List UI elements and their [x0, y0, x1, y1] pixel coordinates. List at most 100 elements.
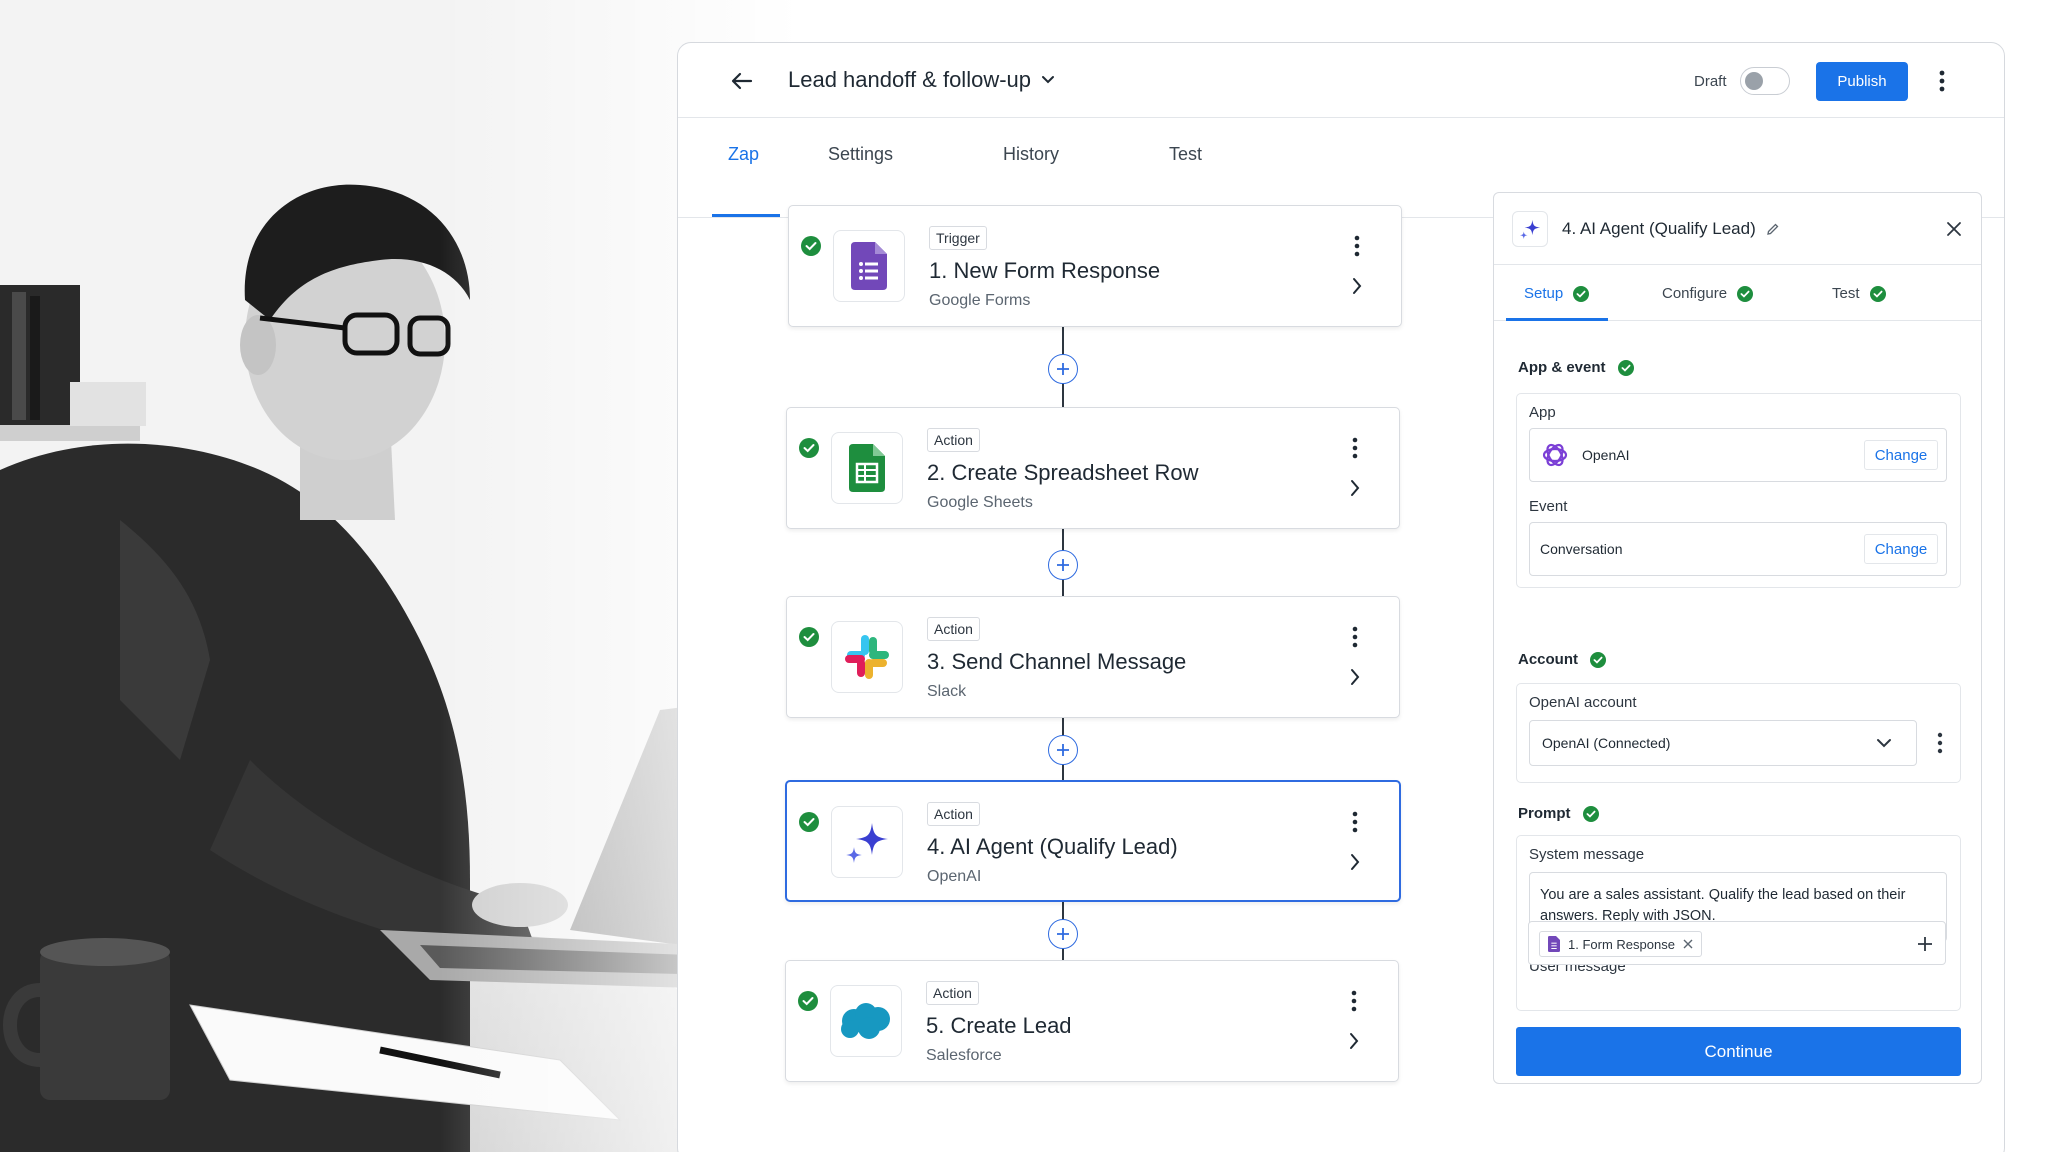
- panel-title-row: 4. AI Agent (Qualify Lead): [1562, 219, 1780, 239]
- check-circle-icon: [799, 812, 819, 832]
- step-card[interactable]: Action 3. Send Channel Message Slack: [786, 596, 1400, 718]
- event-value: Conversation: [1540, 541, 1623, 557]
- add-step-button[interactable]: [1048, 919, 1078, 949]
- app-event-section-label: App & event: [1518, 359, 1634, 376]
- editor-header: Lead handoff & follow-up Draft Publish: [678, 43, 2004, 118]
- chevron-right-icon: [1346, 1029, 1362, 1053]
- step-title: 5. Create Lead: [926, 1013, 1072, 1038]
- tab-test[interactable]: Test: [1169, 144, 1202, 165]
- step-app-name: OpenAI: [927, 868, 982, 885]
- chevron-right-icon: [1347, 850, 1363, 874]
- ai-sparkle-icon: [831, 806, 903, 878]
- step-card[interactable]: Action 5. Create Lead Salesforce: [785, 960, 1399, 1082]
- chip-label: 1. Form Response: [1568, 936, 1675, 952]
- plus-icon: [1057, 363, 1069, 375]
- tab-zap[interactable]: Zap: [728, 144, 759, 165]
- step-kind-badge: Trigger: [929, 226, 987, 250]
- panel-tab-label: Setup: [1524, 285, 1564, 302]
- step-app-name: Salesforce: [926, 1047, 1002, 1064]
- draft-toggle[interactable]: [1740, 67, 1790, 95]
- zap-editor-window: Lead handoff & follow-up Draft Publish Z…: [677, 42, 2005, 1152]
- check-circle-icon: [1582, 805, 1599, 822]
- zap-title-dropdown[interactable]: Lead handoff & follow-up: [788, 67, 1055, 93]
- system-message-label: System message: [1529, 846, 1645, 863]
- chevron-down-icon: [1042, 76, 1054, 84]
- check-circle-icon: [1590, 651, 1606, 668]
- step-title: 2. Create Spreadsheet Row: [927, 460, 1199, 485]
- section-title: App & event: [1518, 359, 1606, 376]
- plus-icon: [1057, 744, 1069, 756]
- account-field-label: OpenAI account: [1529, 694, 1637, 711]
- step-title: 1. New Form Response: [929, 258, 1161, 283]
- panel-title: 4. AI Agent (Qualify Lead): [1562, 219, 1756, 238]
- account-select[interactable]: OpenAI (Connected): [1529, 720, 1917, 766]
- add-step-button[interactable]: [1048, 550, 1078, 580]
- plus-icon: [1057, 928, 1069, 940]
- panel-tab-configure[interactable]: Configure: [1662, 285, 1754, 302]
- chevron-down-icon: [1877, 739, 1891, 748]
- chevron-right-icon: [1347, 665, 1363, 689]
- more-vertical-icon[interactable]: [1345, 432, 1365, 464]
- app-event-group: App OpenAI Change Event Conversation Cha…: [1516, 393, 1961, 588]
- add-step-button[interactable]: [1048, 735, 1078, 765]
- section-title: Prompt: [1518, 805, 1571, 822]
- step-kind-badge: Action: [927, 802, 980, 826]
- panel-tab-setup[interactable]: Setup: [1524, 285, 1590, 302]
- check-circle-icon: [1869, 285, 1886, 302]
- tab-history[interactable]: History: [1003, 144, 1059, 165]
- step-card-selected[interactable]: Action 4. AI Agent (Qualify Lead) OpenAI: [785, 780, 1401, 902]
- zap-title: Lead handoff & follow-up: [788, 67, 1031, 92]
- toggle-knob: [1745, 72, 1763, 90]
- active-tab-indicator: [712, 214, 780, 217]
- plus-icon[interactable]: [1917, 936, 1933, 952]
- account-select-value: OpenAI (Connected): [1542, 735, 1671, 751]
- step-kind-badge: Action: [927, 617, 980, 641]
- section-title: Account: [1518, 651, 1578, 668]
- step-card[interactable]: Trigger 1. New Form Response Google Form…: [788, 205, 1402, 327]
- step-app-name: Google Forms: [929, 292, 1031, 309]
- check-circle-icon: [1573, 285, 1590, 302]
- chevron-right-icon: [1347, 476, 1363, 500]
- google-forms-icon: [833, 230, 905, 302]
- more-vertical-icon[interactable]: [1344, 985, 1364, 1017]
- check-circle-icon: [799, 438, 819, 458]
- close-icon[interactable]: [1942, 217, 1966, 241]
- step-app-name: Google Sheets: [927, 494, 1033, 511]
- more-vertical-icon[interactable]: [1345, 806, 1365, 838]
- google-sheets-icon: [831, 432, 903, 504]
- more-vertical-icon[interactable]: [1930, 65, 1954, 97]
- check-circle-icon: [798, 991, 818, 1011]
- prompt-section-label: Prompt: [1518, 805, 1599, 822]
- app-value: OpenAI: [1582, 447, 1630, 463]
- pencil-edit-icon[interactable]: [1766, 222, 1780, 236]
- add-step-button[interactable]: [1048, 354, 1078, 384]
- chevron-right-icon: [1349, 274, 1365, 298]
- more-vertical-icon[interactable]: [1345, 621, 1365, 653]
- mapped-field-chip[interactable]: 1. Form Response: [1539, 931, 1702, 957]
- back-arrow-icon[interactable]: [726, 65, 758, 97]
- step-app-name: Slack: [927, 683, 967, 700]
- panel-tabs: Setup Configure Test: [1494, 265, 1981, 321]
- change-event-button[interactable]: Change: [1864, 534, 1938, 564]
- more-vertical-icon[interactable]: [1933, 728, 1947, 758]
- continue-button[interactable]: Continue: [1516, 1027, 1961, 1076]
- check-circle-icon: [1737, 285, 1754, 302]
- change-app-button[interactable]: Change: [1864, 440, 1938, 470]
- panel-header: 4. AI Agent (Qualify Lead): [1494, 193, 1981, 265]
- salesforce-icon: [830, 985, 902, 1057]
- app-field-label: App: [1529, 404, 1556, 421]
- remove-chip-icon[interactable]: [1683, 939, 1693, 949]
- publish-button[interactable]: Publish: [1816, 62, 1908, 101]
- app-field[interactable]: OpenAI Change: [1529, 428, 1947, 482]
- step-title: 4. AI Agent (Qualify Lead): [927, 834, 1178, 859]
- check-circle-icon: [1617, 359, 1634, 376]
- event-field[interactable]: Conversation Change: [1529, 522, 1947, 576]
- panel-tab-test[interactable]: Test: [1832, 285, 1886, 302]
- tab-settings[interactable]: Settings: [828, 144, 893, 165]
- step-config-panel: 4. AI Agent (Qualify Lead) Setup Configu…: [1493, 192, 1982, 1084]
- ai-sparkle-icon: [1512, 211, 1548, 247]
- more-vertical-icon[interactable]: [1347, 230, 1367, 262]
- user-message-input[interactable]: 1. Form Response: [1528, 921, 1946, 965]
- step-card[interactable]: Action 2. Create Spreadsheet Row Google …: [786, 407, 1400, 529]
- check-circle-icon: [799, 627, 819, 647]
